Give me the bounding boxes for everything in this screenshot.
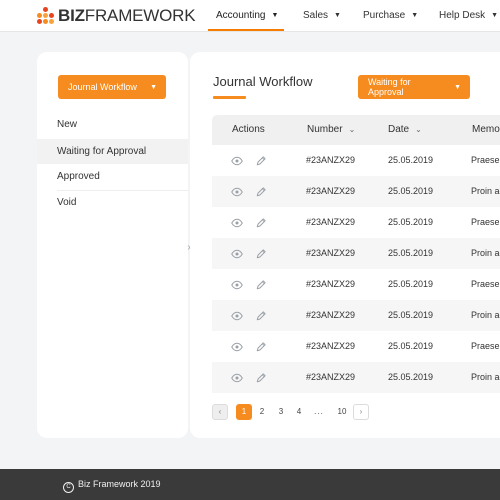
page-title: Journal Workflow bbox=[213, 74, 313, 89]
date-cell: 25.05.2019 bbox=[388, 341, 434, 351]
pencil-icon[interactable] bbox=[255, 216, 268, 229]
number-cell: #23ANZX29 bbox=[306, 279, 356, 289]
chevron-right-icon: › bbox=[359, 407, 363, 416]
caret-down-icon: ▼ bbox=[411, 12, 419, 19]
nav-help-desk[interactable]: Help Desk ▼ bbox=[439, 0, 498, 31]
column-header-memo[interactable]: Memo bbox=[472, 115, 500, 145]
memo-cell: Praesen bbox=[471, 217, 500, 227]
page-button-4[interactable]: 4 bbox=[291, 404, 307, 420]
column-header-actions: Actions bbox=[232, 124, 265, 135]
pencil-icon[interactable] bbox=[255, 247, 268, 260]
date-cell: 25.05.2019 bbox=[388, 186, 434, 196]
nav-sales[interactable]: Sales ▼ bbox=[303, 0, 341, 31]
eye-icon[interactable] bbox=[231, 216, 244, 229]
table-row[interactable]: #23ANZX29 25.05.2019 Proin ac bbox=[212, 300, 500, 331]
sort-chevron-icon: ⌄ bbox=[348, 125, 356, 134]
number-cell: #23ANZX29 bbox=[306, 341, 356, 351]
copyright-icon: C bbox=[63, 482, 74, 493]
pencil-icon[interactable] bbox=[255, 185, 268, 198]
eye-icon[interactable] bbox=[231, 247, 244, 260]
caret-down-icon: ▼ bbox=[454, 83, 461, 91]
dots-logo-icon bbox=[37, 7, 55, 25]
table-header: Actions Number ⌄ Date ⌄ Memo bbox=[212, 115, 500, 145]
memo-cell: Proin ac bbox=[471, 310, 500, 320]
footer-copyright: C Biz Framework 2019 bbox=[63, 469, 161, 500]
status-item-void[interactable]: Void bbox=[37, 190, 188, 215]
table-row[interactable]: #23ANZX29 25.05.2019 Praesen bbox=[212, 331, 500, 362]
page-button-1[interactable]: 1 bbox=[236, 404, 252, 420]
status-item-approved[interactable]: Approved bbox=[37, 164, 188, 189]
table-row[interactable]: #23ANZX29 25.05.2019 Proin ac bbox=[212, 238, 500, 269]
eye-icon[interactable] bbox=[231, 340, 244, 353]
caret-down-icon: ▼ bbox=[271, 12, 279, 19]
top-navbar: BIZFRAMEWORK Accounting ▼ Sales ▼ Purchase… bbox=[0, 0, 500, 32]
sort-chevron-icon: ⌄ bbox=[415, 125, 422, 134]
memo-cell: Proin ac bbox=[471, 372, 500, 382]
journal-panel: Journal Workflow Waiting for Approval ▼ … bbox=[190, 52, 500, 438]
number-cell: #23ANZX29 bbox=[306, 248, 356, 258]
journal-workflow-dropdown[interactable]: Journal Workflow ▼ bbox=[58, 75, 166, 99]
date-cell: 25.05.2019 bbox=[388, 217, 434, 227]
brand-name: BIZFRAMEWORK bbox=[58, 6, 196, 25]
date-cell: 25.05.2019 bbox=[388, 279, 434, 289]
title-underline bbox=[213, 96, 246, 99]
memo-cell: Proin ac bbox=[471, 186, 500, 196]
number-cell: #23ANZX29 bbox=[306, 217, 356, 227]
eye-icon[interactable] bbox=[231, 154, 244, 167]
nav-purchase[interactable]: Purchase ▼ bbox=[363, 0, 418, 31]
date-cell: 25.05.2019 bbox=[388, 372, 434, 382]
memo-cell: Praesen bbox=[471, 155, 500, 165]
date-cell: 25.05.2019 bbox=[388, 155, 434, 165]
page-ellipsis: ... bbox=[314, 407, 324, 416]
caret-down-icon: ▼ bbox=[491, 12, 499, 19]
status-item-waiting-for-approval[interactable]: Waiting for Approval bbox=[37, 139, 188, 164]
date-cell: 25.05.2019 bbox=[388, 248, 434, 258]
column-header-number[interactable]: Number ⌄ bbox=[307, 115, 355, 145]
table-row[interactable]: #23ANZX29 25.05.2019 Proin ac bbox=[212, 176, 500, 207]
status-sidebar: Journal Workflow ▼ New Waiting for Appro… bbox=[37, 52, 188, 438]
prev-page-button[interactable]: ‹ bbox=[212, 404, 228, 420]
page-button-10[interactable]: 10 bbox=[334, 404, 350, 420]
table-row[interactable]: #23ANZX29 25.05.2019 Praesen bbox=[212, 145, 500, 176]
number-cell: #23ANZX29 bbox=[306, 310, 356, 320]
eye-icon[interactable] bbox=[231, 309, 244, 322]
footer: C Biz Framework 2019 bbox=[0, 469, 500, 500]
memo-cell: Praesen bbox=[471, 279, 500, 289]
pencil-icon[interactable] bbox=[255, 371, 268, 384]
column-header-date[interactable]: Date ⌄ bbox=[388, 115, 422, 145]
page-button-3[interactable]: 3 bbox=[273, 404, 289, 420]
table-row[interactable]: #23ANZX29 25.05.2019 Praesen bbox=[212, 207, 500, 238]
caret-down-icon: ▼ bbox=[334, 12, 341, 19]
status-item-new[interactable]: New bbox=[37, 112, 188, 137]
brand-logo[interactable]: BIZFRAMEWORK bbox=[37, 5, 196, 27]
number-cell: #23ANZX29 bbox=[306, 186, 356, 196]
memo-cell: Proin ac bbox=[471, 248, 500, 258]
memo-cell: Praesen bbox=[471, 341, 500, 351]
nav-accounting[interactable]: Accounting ▼ bbox=[207, 0, 285, 31]
pencil-icon[interactable] bbox=[255, 340, 268, 353]
pencil-icon[interactable] bbox=[255, 278, 268, 291]
pencil-icon[interactable] bbox=[255, 154, 268, 167]
date-cell: 25.05.2019 bbox=[388, 310, 434, 320]
journal-table: Actions Number ⌄ Date ⌄ Memo #23ANZX29 25.0… bbox=[212, 115, 500, 393]
eye-icon[interactable] bbox=[231, 185, 244, 198]
page-button-2[interactable]: 2 bbox=[254, 404, 270, 420]
next-page-button[interactable]: › bbox=[353, 404, 369, 420]
pencil-icon[interactable] bbox=[255, 309, 268, 322]
table-row[interactable]: #23ANZX29 25.05.2019 Proin ac bbox=[212, 362, 500, 393]
eye-icon[interactable] bbox=[231, 371, 244, 384]
number-cell: #23ANZX29 bbox=[306, 155, 356, 165]
eye-icon[interactable] bbox=[231, 278, 244, 291]
chevron-left-icon: ‹ bbox=[218, 407, 222, 416]
status-filter-dropdown[interactable]: Waiting for Approval ▼ bbox=[358, 75, 470, 99]
table-row[interactable]: #23ANZX29 25.05.2019 Praesen bbox=[212, 269, 500, 300]
caret-down-icon: ▼ bbox=[150, 83, 157, 91]
number-cell: #23ANZX29 bbox=[306, 372, 356, 382]
